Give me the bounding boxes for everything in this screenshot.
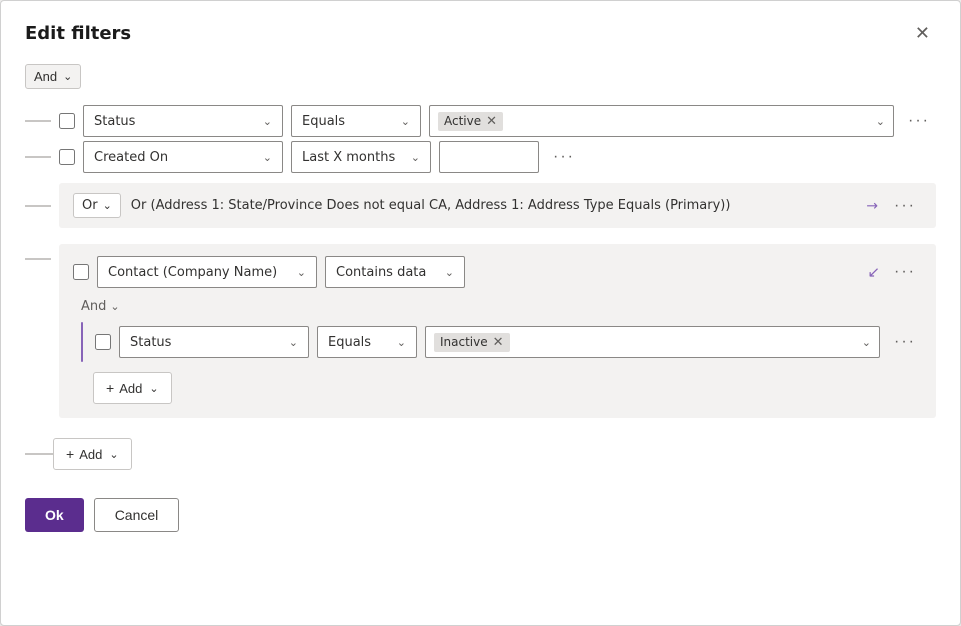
row1-more-button[interactable]: ··· — [902, 109, 936, 133]
inner-checkbox[interactable] — [95, 334, 111, 350]
nested-group-row: Contact (Company Name) ⌄ Contains data ⌄… — [25, 238, 936, 424]
row1-value-select[interactable]: Active ✕ ⌄ — [429, 105, 894, 137]
edit-filters-dialog: Edit filters ✕ And ⌄ Status ⌄ Equals ⌄ A… — [0, 0, 961, 626]
bottom-add-plus: + — [66, 446, 74, 462]
or-selector[interactable]: Or ⌄ — [73, 193, 121, 218]
row2-operator-chevron: ⌄ — [411, 151, 420, 164]
nested-operator-select[interactable]: Contains data ⌄ — [325, 256, 465, 288]
bottom-add-label: Add — [79, 447, 102, 462]
nested-and-row: And ⌄ — [77, 298, 922, 314]
inner-add-row: + Add ⌄ — [93, 372, 922, 404]
row2-checkbox[interactable] — [59, 149, 75, 165]
top-and-selector[interactable]: And ⌄ — [25, 64, 81, 89]
row1-value-chevron: ⌄ — [876, 115, 885, 128]
inner-value-chevron: ⌄ — [862, 336, 871, 349]
inner-more-button[interactable]: ··· — [888, 330, 922, 354]
or-connector-line — [25, 205, 51, 207]
inner-value-select[interactable]: Inactive ✕ ⌄ — [425, 326, 880, 358]
row2-more-button[interactable]: ··· — [547, 145, 581, 169]
inner-filter-row-status: Status ⌄ Equals ⌄ Inactive ✕ — [95, 322, 922, 362]
cancel-button[interactable]: Cancel — [94, 498, 180, 532]
filter-row-status: Status ⌄ Equals ⌄ Active ✕ ⌄ ··· — [25, 105, 936, 137]
nested-field-label: Contact (Company Name) — [108, 265, 277, 280]
dialog-header: Edit filters ✕ — [25, 21, 936, 46]
top-and-label: And — [34, 69, 57, 84]
row2-value-input[interactable]: 6 — [439, 141, 539, 173]
nested-operator-chevron: ⌄ — [445, 266, 454, 279]
filter-row-created-on: Created On ⌄ Last X months ⌄ 6 ··· — [25, 141, 936, 173]
or-group: Or ⌄ Or (Address 1: State/Province Does … — [59, 183, 936, 228]
inner-add-chevron: ⌄ — [149, 382, 158, 395]
row2-operator-label: Last X months — [302, 150, 395, 165]
bottom-add-row: + Add ⌄ — [25, 438, 936, 470]
nested-outer-more-button[interactable]: ··· — [888, 260, 922, 284]
row1-value-tag: Active ✕ — [438, 112, 503, 131]
dialog-title: Edit filters — [25, 23, 131, 44]
top-and-chevron: ⌄ — [63, 70, 72, 83]
row1-field-chevron: ⌄ — [263, 115, 272, 128]
inner-operator-select[interactable]: Equals ⌄ — [317, 326, 417, 358]
or-chevron: ⌄ — [103, 199, 112, 212]
inner-add-plus: + — [106, 380, 114, 396]
nested-and-selector[interactable]: And ⌄ — [81, 299, 120, 314]
row2-field-chevron: ⌄ — [263, 151, 272, 164]
inner-add-label: Add — [119, 381, 142, 396]
connector-line-2 — [25, 156, 51, 158]
row2-field-select[interactable]: Created On ⌄ — [83, 141, 283, 173]
inner-field-chevron: ⌄ — [289, 336, 298, 349]
dialog-footer: Ok Cancel — [25, 498, 936, 532]
nested-field-select[interactable]: Contact (Company Name) ⌄ — [97, 256, 317, 288]
row1-value-remove[interactable]: ✕ — [486, 114, 497, 129]
expand-icon[interactable]: ↗ — [862, 196, 882, 216]
inner-filter-area: Status ⌄ Equals ⌄ Inactive ✕ — [81, 322, 922, 362]
connector-line-1 — [25, 120, 51, 122]
nested-connector-line — [25, 258, 51, 260]
bottom-connector-line — [25, 453, 53, 455]
nested-operator-label: Contains data — [336, 265, 426, 280]
nested-group-header: Contact (Company Name) ⌄ Contains data ⌄… — [73, 256, 922, 288]
row1-operator-chevron: ⌄ — [401, 115, 410, 128]
row2-operator-select[interactable]: Last X months ⌄ — [291, 141, 431, 173]
or-label: Or — [82, 198, 98, 213]
nested-field-chevron: ⌄ — [297, 266, 306, 279]
or-group-more-button[interactable]: ··· — [888, 194, 922, 218]
row1-field-select[interactable]: Status ⌄ — [83, 105, 283, 137]
purple-vert-bar — [81, 322, 83, 362]
bottom-add-button[interactable]: + Add ⌄ — [53, 438, 132, 470]
inner-operator-label: Equals — [328, 335, 371, 350]
row1-field-label: Status — [94, 114, 135, 129]
or-group-row: Or ⌄ Or (Address 1: State/Province Does … — [25, 177, 936, 234]
nested-checkbox[interactable] — [73, 264, 89, 280]
row1-operator-select[interactable]: Equals ⌄ — [291, 105, 421, 137]
inner-value-tag: Inactive ✕ — [434, 333, 510, 352]
inner-field-label: Status — [130, 335, 171, 350]
row1-operator-label: Equals — [302, 114, 345, 129]
inner-rows: Status ⌄ Equals ⌄ Inactive ✕ — [95, 322, 922, 362]
nested-and-chevron: ⌄ — [110, 300, 119, 313]
inner-operator-chevron: ⌄ — [397, 336, 406, 349]
close-button[interactable]: ✕ — [909, 21, 936, 46]
bottom-add-chevron: ⌄ — [109, 448, 118, 461]
row2-field-label: Created On — [94, 150, 168, 165]
collapse-icon[interactable]: ↙ — [867, 263, 880, 281]
inner-add-button[interactable]: + Add ⌄ — [93, 372, 172, 404]
nested-group: Contact (Company Name) ⌄ Contains data ⌄… — [59, 244, 936, 418]
filter-rows-container: Status ⌄ Equals ⌄ Active ✕ ⌄ ··· Created… — [25, 105, 936, 424]
row1-checkbox[interactable] — [59, 113, 75, 129]
inner-value-remove[interactable]: ✕ — [493, 335, 504, 350]
ok-button[interactable]: Ok — [25, 498, 84, 532]
inner-field-select[interactable]: Status ⌄ — [119, 326, 309, 358]
or-description: Or (Address 1: State/Province Does not e… — [131, 198, 856, 213]
